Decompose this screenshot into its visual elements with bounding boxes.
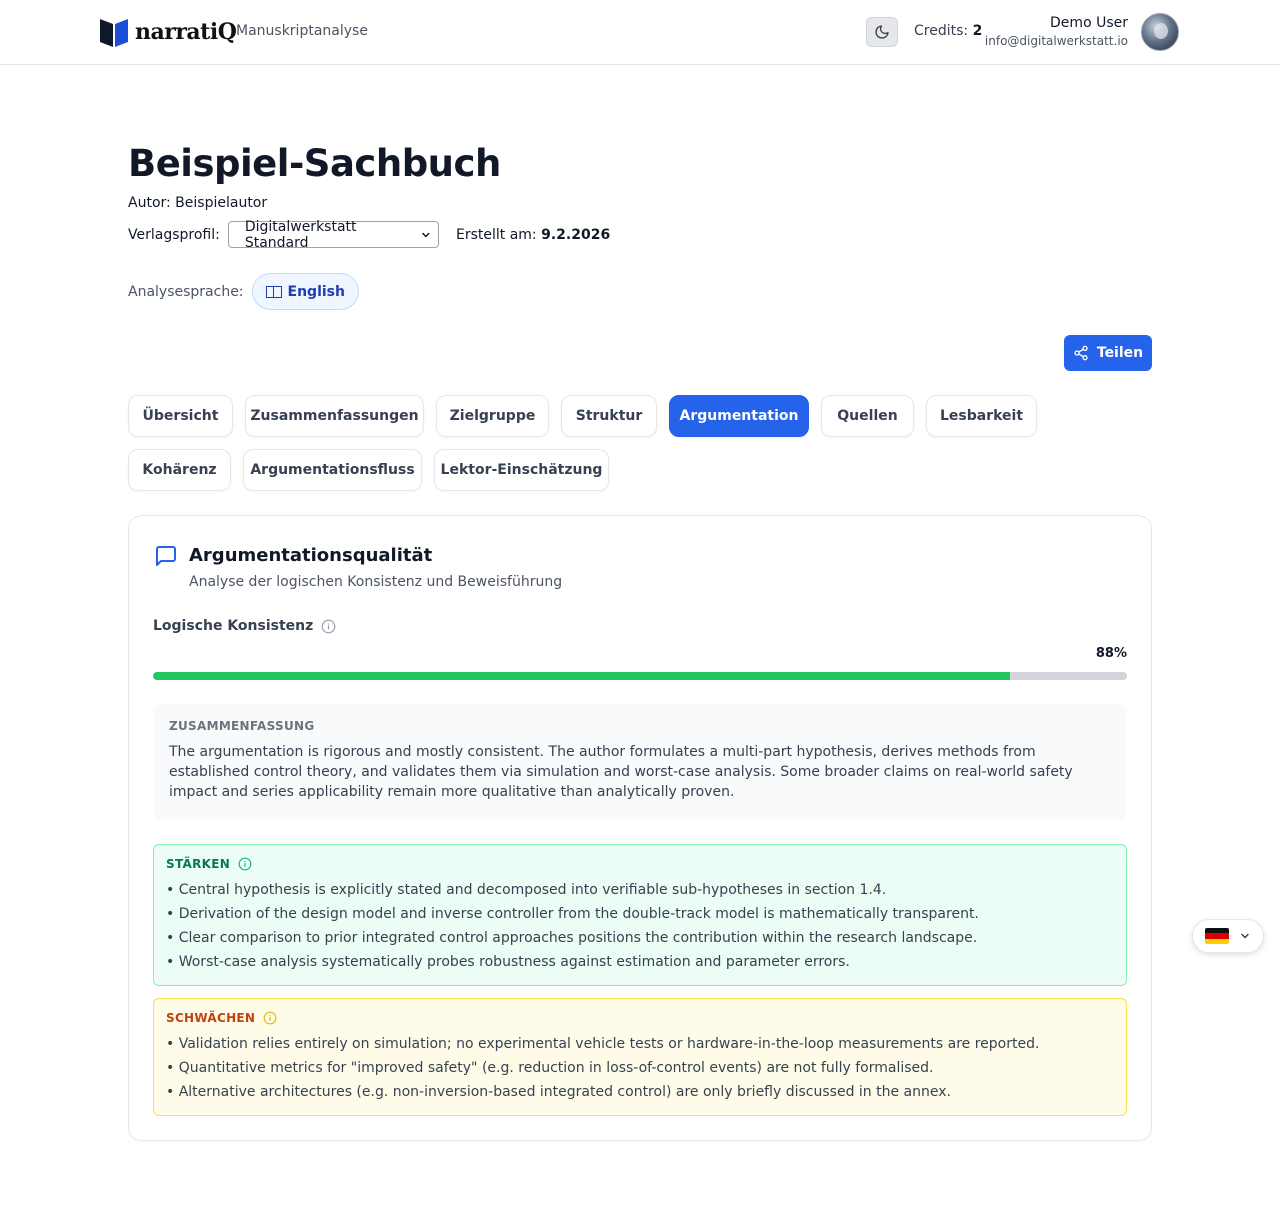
tab-label: Argumentation	[679, 408, 799, 424]
tab-argumentationsfluss[interactable]: Argumentationsfluss	[243, 449, 422, 491]
list-item: Quantitative metrics for "improved safet…	[166, 1056, 1114, 1080]
moon-icon	[875, 25, 889, 39]
page-title: Beispiel-Sachbuch	[128, 142, 501, 185]
author-line: Autor: Beispielautor	[128, 195, 268, 211]
info-icon[interactable]	[321, 619, 336, 634]
strengths-heading-text: STÄRKEN	[166, 857, 231, 871]
tab-label: Übersicht	[142, 408, 219, 424]
strengths-box: STÄRKEN Central hypothesis is explicitly…	[153, 844, 1127, 986]
theme-toggle-button[interactable]	[866, 17, 898, 47]
weaknesses-box: SCHWÄCHEN Validation relies entirely on …	[153, 998, 1127, 1116]
book-icon	[100, 19, 128, 47]
profile-row: Verlagsprofil: Digitalwerkstatt Standard	[128, 218, 439, 251]
tab-kohaerenz[interactable]: Kohärenz	[128, 449, 231, 491]
brand-logo[interactable]: narratiQ	[98, 16, 237, 48]
chevron-down-icon	[1241, 933, 1249, 939]
credits-label: Credits:	[914, 23, 969, 39]
book-open-icon	[265, 285, 282, 298]
info-icon[interactable]	[238, 857, 252, 871]
tab-zusammenfassungen[interactable]: Zusammenfassungen	[245, 395, 424, 437]
consistency-progress-bar	[153, 672, 1127, 680]
card-title: Argumentationsqualität	[189, 545, 433, 566]
credits-display: Credits: 2	[914, 23, 982, 39]
share-button-label: Teilen	[1096, 345, 1144, 361]
weaknesses-heading: SCHWÄCHEN	[166, 1011, 1114, 1025]
tab-struktur[interactable]: Struktur	[561, 395, 657, 437]
strengths-heading: STÄRKEN	[166, 857, 1114, 871]
tab-label: Quellen	[837, 408, 898, 424]
summary-heading: ZUSAMMENFASSUNG	[169, 719, 315, 733]
brand-name: narratiQ	[135, 19, 237, 45]
info-icon[interactable]	[263, 1011, 277, 1025]
weaknesses-list: Validation relies entirely on simulation…	[166, 1032, 1114, 1104]
analysis-language-chip[interactable]: English	[251, 273, 359, 310]
publisher-profile-select[interactable]: Digitalwerkstatt Standard	[227, 218, 439, 251]
ui-language-switcher[interactable]	[1192, 919, 1264, 953]
analysis-language-value: English	[287, 283, 345, 300]
avatar[interactable]	[1141, 13, 1179, 51]
tab-label: Lesbarkeit	[939, 408, 1024, 424]
analysis-language-label: Analysesprache:	[128, 283, 244, 300]
summary-text: The argumentation is rigorous and mostly…	[169, 744, 1073, 800]
metric-label: Logische Konsistenz	[153, 618, 336, 634]
list-item: Derivation of the design model and inver…	[166, 902, 1114, 926]
tab-uebersicht[interactable]: Übersicht	[128, 395, 233, 437]
metric-label-text: Logische Konsistenz	[153, 618, 314, 634]
tab-label: Argumentationsfluss	[250, 462, 415, 478]
credits-value: 2	[972, 23, 983, 39]
message-square-icon	[156, 546, 176, 566]
created-value: 9.2.2026	[541, 227, 611, 243]
tab-label: Zusammenfassungen	[250, 408, 419, 424]
user-name: Demo User	[1050, 15, 1128, 31]
list-item: Worst-case analysis systematically probe…	[166, 950, 1114, 974]
tab-label: Lektor-Einschätzung	[440, 462, 603, 478]
tab-label: Struktur	[575, 408, 643, 424]
created-label: Erstellt am:	[456, 227, 537, 243]
weaknesses-heading-text: SCHWÄCHEN	[166, 1011, 256, 1025]
list-item: Clear comparison to prior integrated con…	[166, 926, 1114, 950]
list-item: Alternative architectures (e.g. non-inve…	[166, 1080, 1114, 1104]
argumentation-quality-card: Argumentationsqualität Analyse der logis…	[128, 515, 1152, 1141]
germany-flag-icon	[1205, 928, 1229, 944]
tab-label: Zielgruppe	[449, 408, 536, 424]
tab-zielgruppe[interactable]: Zielgruppe	[436, 395, 549, 437]
profile-label: Verlagsprofil:	[128, 226, 220, 243]
metric-value: 88%	[1095, 646, 1127, 661]
list-item: Validation relies entirely on simulation…	[166, 1032, 1114, 1056]
list-item: Central hypothesis is explicitly stated …	[166, 878, 1114, 902]
progress-fill	[153, 672, 1011, 680]
app-subtitle: Manuskriptanalyse	[236, 23, 368, 39]
share-icon	[1074, 345, 1088, 361]
tab-label: Kohärenz	[142, 462, 217, 478]
tab-lektor-einschaetzung[interactable]: Lektor-Einschätzung	[434, 449, 609, 491]
chevron-down-icon	[422, 232, 430, 237]
tab-quellen[interactable]: Quellen	[821, 395, 914, 437]
strengths-list: Central hypothesis is explicitly stated …	[166, 878, 1114, 974]
share-button[interactable]: Teilen	[1064, 335, 1152, 371]
top-bar: narratiQ Manuskriptanalyse Credits: 2 De…	[0, 0, 1280, 65]
analysis-language-row: Analysesprache: English	[128, 273, 359, 310]
created-date: Erstellt am: 9.2.2026	[456, 227, 610, 243]
tab-argumentation[interactable]: Argumentation	[669, 395, 809, 437]
user-email: info@digitalwerkstatt.io	[984, 34, 1128, 48]
card-subtitle: Analyse der logischen Konsistenz und Bew…	[189, 574, 563, 590]
summary-box: ZUSAMMENFASSUNG The argumentation is rig…	[153, 704, 1127, 820]
tab-lesbarkeit[interactable]: Lesbarkeit	[926, 395, 1037, 437]
profile-select-value: Digitalwerkstatt Standard	[244, 218, 357, 251]
